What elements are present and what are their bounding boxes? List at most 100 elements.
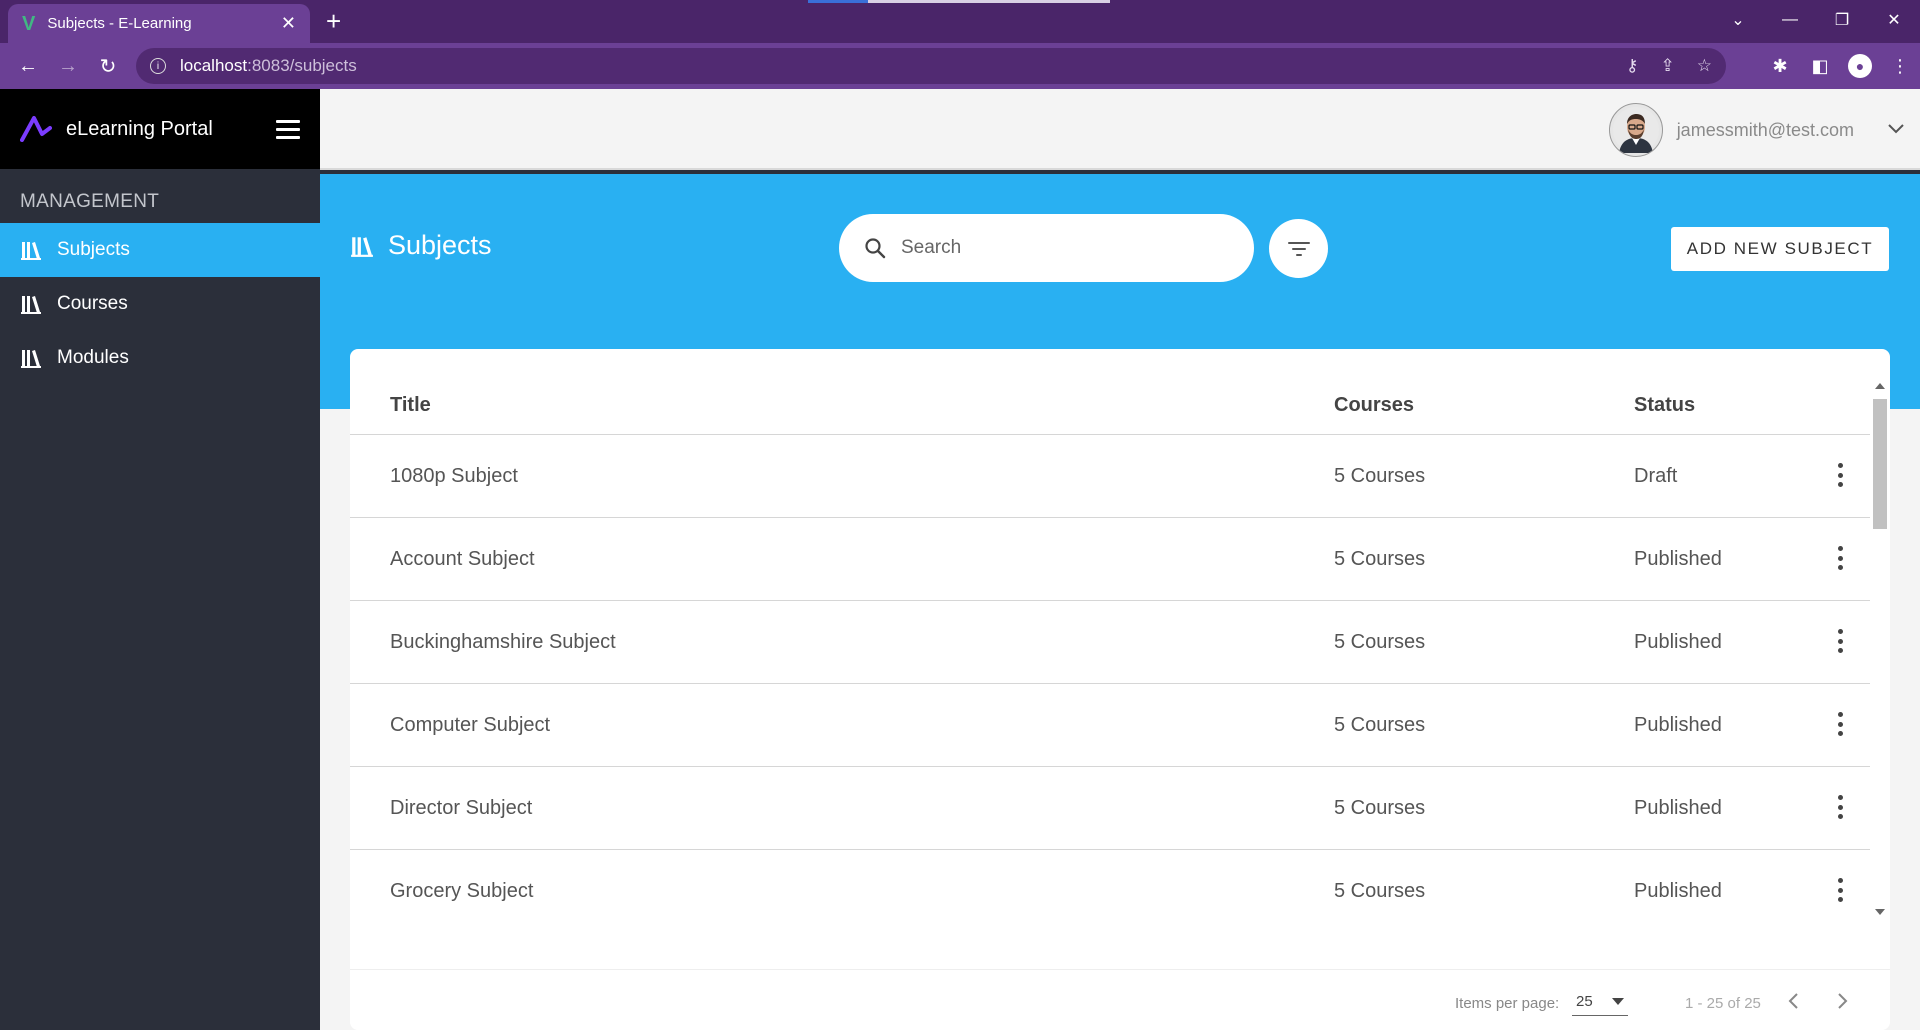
row-title: Buckinghamshire Subject: [390, 631, 616, 653]
sidebar-section-label: MANAGEMENT: [20, 191, 160, 212]
restore-button[interactable]: ❐: [1816, 0, 1868, 40]
sidebar-item-courses[interactable]: Courses: [0, 277, 320, 331]
address-bar-actions: ⚷ ⇪ ☆: [1626, 48, 1712, 84]
table-scrollbar[interactable]: [1870, 379, 1890, 919]
scroll-up-arrow-icon[interactable]: [1875, 383, 1885, 389]
row-more-options-icon[interactable]: [1830, 712, 1850, 736]
user-portrait-icon: [1612, 107, 1659, 153]
brand-bar: eLearning Portal: [0, 89, 320, 169]
row-status: Published: [1634, 548, 1722, 570]
column-header-courses[interactable]: Courses: [1334, 394, 1414, 417]
browser-tab[interactable]: V Subjects - E-Learning ✕: [8, 4, 310, 43]
minimize-button[interactable]: —: [1764, 0, 1816, 40]
library-icon: [21, 296, 41, 314]
table-row[interactable]: Account Subject 5 Courses Published: [350, 518, 1870, 601]
sidebar-item-modules[interactable]: Modules: [0, 331, 320, 385]
window-controls: ⌄ — ❐ ✕: [1712, 0, 1920, 40]
row-title: Director Subject: [390, 797, 533, 819]
page-size-select[interactable]: 25: [1572, 988, 1628, 1016]
sidebar-item-subjects[interactable]: Subjects: [0, 223, 320, 277]
page-size-value: 25: [1576, 993, 1593, 1010]
vue-favicon-icon: V: [22, 12, 36, 35]
row-status: Published: [1634, 714, 1722, 736]
tab-close-icon[interactable]: ✕: [281, 13, 296, 34]
search-icon: [865, 238, 886, 259]
sidebar-item-label: Subjects: [57, 239, 130, 260]
top-bar: jamessmith@test.com: [320, 89, 1920, 170]
site-info-icon[interactable]: i: [150, 58, 166, 74]
add-new-subject-button[interactable]: ADD NEW SUBJECT: [1671, 227, 1889, 271]
scroll-down-arrow-icon[interactable]: [1875, 909, 1885, 915]
table-row[interactable]: Buckinghamshire Subject 5 Courses Publis…: [350, 601, 1870, 684]
tabstrip-highlight-accent: [808, 0, 868, 3]
brand-logo-icon: [20, 116, 52, 142]
close-window-button[interactable]: ✕: [1868, 0, 1920, 40]
search-input[interactable]: [901, 237, 1230, 259]
row-more-options-icon[interactable]: [1830, 795, 1850, 819]
row-more-options-icon[interactable]: [1830, 878, 1850, 902]
side-panel-icon[interactable]: ◧: [1800, 46, 1840, 86]
library-icon: [351, 236, 373, 257]
row-courses: 5 Courses: [1334, 631, 1426, 653]
previous-page-button[interactable]: [1778, 986, 1808, 1016]
sidebar: eLearning Portal MANAGEMENT Subjects Cou…: [0, 89, 320, 1030]
sidebar-item-label: Modules: [57, 347, 129, 368]
table-row[interactable]: Grocery Subject 5 Courses Published: [350, 850, 1870, 933]
browser-tabstrip: V Subjects - E-Learning ✕ + ⌄ — ❐ ✕: [0, 0, 1920, 43]
new-tab-button[interactable]: +: [326, 6, 341, 36]
row-status: Published: [1634, 880, 1722, 902]
tab-title: Subjects - E-Learning: [47, 15, 192, 32]
row-courses: 5 Courses: [1334, 714, 1426, 736]
browser-menu-icon[interactable]: ⋮: [1880, 46, 1920, 86]
dropdown-caret-icon: [1612, 998, 1624, 1005]
user-email: jamessmith@test.com: [1676, 119, 1854, 140]
paginator: Items per page: 25 1 - 25 of 25: [350, 969, 1890, 1030]
table-header: Title Courses Status: [350, 349, 1870, 435]
chevron-right-icon: [1838, 993, 1848, 1009]
row-courses: 5 Courses: [1334, 465, 1426, 487]
key-icon[interactable]: ⚷: [1626, 56, 1638, 76]
row-status: Published: [1634, 631, 1722, 653]
subjects-table-card: Title Courses Status 1080p Subject 5 Cou…: [350, 349, 1890, 1030]
row-courses: 5 Courses: [1334, 797, 1426, 819]
row-title: Account Subject: [390, 548, 535, 570]
chevron-down-icon[interactable]: [1888, 121, 1904, 139]
row-status: Draft: [1634, 465, 1678, 487]
extensions-icon[interactable]: ✱: [1760, 46, 1800, 86]
share-icon[interactable]: ⇪: [1661, 56, 1675, 76]
address-bar[interactable]: i localhost:8083/subjects ⚷ ⇪ ☆: [136, 48, 1726, 84]
table-row[interactable]: 1080p Subject 5 Courses Draft: [350, 435, 1870, 518]
row-more-options-icon[interactable]: [1830, 629, 1850, 653]
page-range: 1 - 25 of 25: [1685, 995, 1761, 1012]
forward-button[interactable]: →: [48, 46, 88, 86]
row-courses: 5 Courses: [1334, 880, 1426, 902]
scroll-thumb[interactable]: [1873, 399, 1887, 529]
search-box: [839, 214, 1254, 282]
page-title: Subjects: [350, 230, 492, 261]
profile-icon[interactable]: ●: [1848, 54, 1872, 78]
url-host: localhost: [180, 56, 248, 75]
bookmark-star-icon[interactable]: ☆: [1697, 56, 1712, 76]
browser-toolbar: ← → ↻ i localhost:8083/subjects ⚷ ⇪ ☆ ✱ …: [0, 43, 1920, 89]
tab-search-icon[interactable]: ⌄: [1712, 0, 1764, 40]
table-row[interactable]: Director Subject 5 Courses Published: [350, 767, 1870, 850]
filter-button[interactable]: [1269, 219, 1328, 278]
column-header-title[interactable]: Title: [390, 394, 431, 417]
hamburger-menu-icon[interactable]: [276, 119, 300, 139]
next-page-button[interactable]: [1828, 986, 1858, 1016]
library-icon: [21, 242, 41, 260]
browser-actions: ✱ ◧ ● ⋮: [1760, 43, 1920, 89]
library-icon: [21, 350, 41, 368]
reload-button[interactable]: ↻: [88, 46, 128, 86]
chevron-left-icon: [1788, 993, 1798, 1009]
items-per-page-label: Items per page:: [1455, 995, 1560, 1012]
back-button[interactable]: ←: [8, 46, 48, 86]
brand-name: eLearning Portal: [66, 117, 213, 140]
row-more-options-icon[interactable]: [1830, 546, 1850, 570]
row-title: 1080p Subject: [390, 465, 518, 487]
row-status: Published: [1634, 797, 1722, 819]
column-header-status[interactable]: Status: [1634, 394, 1695, 417]
user-menu[interactable]: jamessmith@test.com: [1608, 103, 1904, 157]
row-more-options-icon[interactable]: [1830, 463, 1850, 487]
table-row[interactable]: Computer Subject 5 Courses Published: [350, 684, 1870, 767]
